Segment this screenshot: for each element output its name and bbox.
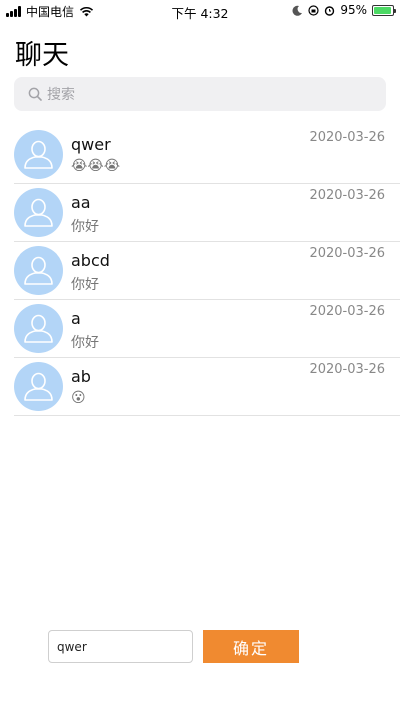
search-bar[interactable]: 搜索 bbox=[14, 77, 386, 111]
chat-item[interactable]: a 你好 2020-03-26 bbox=[0, 300, 400, 358]
chat-item[interactable]: abcd 你好 2020-03-26 bbox=[0, 242, 400, 300]
user-icon bbox=[24, 198, 53, 227]
user-icon bbox=[24, 256, 53, 285]
chat-last-message: 你好 bbox=[71, 277, 99, 293]
moon-icon bbox=[292, 5, 303, 16]
chat-last-message: 😮 bbox=[71, 390, 86, 406]
user-icon bbox=[24, 140, 53, 169]
chat-last-message: 😭😭😭 bbox=[71, 158, 121, 174]
chat-date: 2020-03-26 bbox=[309, 246, 385, 261]
confirm-button[interactable]: 确定 bbox=[203, 630, 299, 663]
divider bbox=[14, 415, 400, 416]
chat-name: ab bbox=[71, 367, 91, 386]
battery-icon bbox=[372, 4, 396, 16]
avatar bbox=[14, 130, 63, 179]
chat-date: 2020-03-26 bbox=[309, 304, 385, 319]
chat-name: a bbox=[71, 309, 81, 328]
chat-name: aa bbox=[71, 193, 91, 212]
chat-screen: 中国电信 下午 4:32 95% 聊天 搜索 qwer 😭😭😭 2020-03-… bbox=[0, 0, 400, 711]
avatar bbox=[14, 304, 63, 353]
avatar bbox=[14, 246, 63, 295]
chat-name: abcd bbox=[71, 251, 110, 270]
page-title: 聊天 bbox=[15, 40, 69, 71]
message-input[interactable] bbox=[48, 630, 193, 663]
chat-list: qwer 😭😭😭 2020-03-26 aa 你好 2020-03-26 abc… bbox=[0, 126, 400, 416]
alarm-icon bbox=[325, 5, 335, 16]
chat-item[interactable]: ab 😮 2020-03-26 bbox=[0, 358, 400, 416]
avatar bbox=[14, 188, 63, 237]
chat-last-message: 你好 bbox=[71, 219, 99, 235]
search-placeholder: 搜索 bbox=[47, 87, 75, 103]
status-bar: 中国电信 下午 4:32 95% bbox=[0, 0, 400, 21]
search-icon bbox=[28, 87, 42, 101]
orientation-lock-icon bbox=[308, 4, 319, 16]
user-icon bbox=[24, 372, 53, 401]
chat-date: 2020-03-26 bbox=[309, 188, 385, 203]
avatar bbox=[14, 362, 63, 411]
chat-item[interactable]: aa 你好 2020-03-26 bbox=[0, 184, 400, 242]
user-icon bbox=[24, 314, 53, 343]
chat-last-message: 你好 bbox=[71, 335, 99, 351]
chat-name: qwer bbox=[71, 135, 111, 154]
battery-level-fill bbox=[374, 6, 392, 14]
battery-percent: 95% bbox=[340, 3, 367, 17]
status-bar-right: 95% bbox=[292, 3, 396, 17]
chat-date: 2020-03-26 bbox=[309, 130, 385, 145]
chat-item[interactable]: qwer 😭😭😭 2020-03-26 bbox=[0, 126, 400, 184]
chat-date: 2020-03-26 bbox=[309, 362, 385, 377]
